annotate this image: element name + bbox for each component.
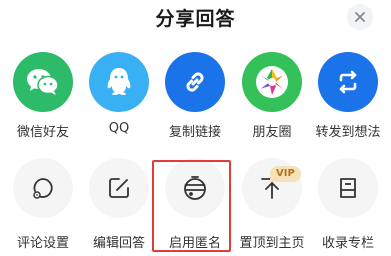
- action-edit-answer[interactable]: 编辑回答: [79, 158, 159, 254]
- add-to-column-button[interactable]: [318, 158, 378, 218]
- share-qq[interactable]: QQ: [79, 52, 159, 148]
- moments-icon: [256, 66, 288, 98]
- copy-link-button[interactable]: [165, 52, 225, 112]
- share-label: QQ: [108, 121, 130, 136]
- share-repost-idea[interactable]: 转发到想法: [308, 52, 388, 148]
- action-label: 收录专栏: [321, 236, 374, 251]
- share-label: 转发到想法: [315, 125, 381, 140]
- link-icon: [186, 72, 204, 92]
- share-targets-row: 微信好友 QQ 复制链接 朋友圈 转发到想法: [0, 52, 391, 148]
- wechat-button[interactable]: [13, 52, 73, 112]
- share-label: 微信好友: [16, 125, 69, 140]
- action-label: 评论设置: [16, 236, 69, 251]
- edit-answer-button[interactable]: [89, 158, 149, 218]
- share-sheet: 分享回答 微信好友 QQ 复制链接 朋友圈 转发到想法 评论设置 编辑回答 启用…: [0, 0, 391, 256]
- action-label: 编辑回答: [92, 236, 145, 251]
- highlight-box: [152, 160, 231, 252]
- sheet-title: 分享回答: [155, 8, 236, 30]
- share-label: 朋友圈: [252, 125, 292, 140]
- share-moments[interactable]: 朋友圈: [232, 52, 312, 148]
- comment-settings-icon: [33, 178, 53, 199]
- comment-settings-button[interactable]: [13, 158, 73, 218]
- column-icon: [340, 178, 356, 198]
- share-wechat-friend[interactable]: 微信好友: [3, 52, 83, 148]
- share-copy-link[interactable]: 复制链接: [155, 52, 235, 148]
- close-button[interactable]: [347, 4, 373, 30]
- vip-badge: VIP: [270, 166, 301, 182]
- repost-icon: [339, 70, 357, 94]
- action-comment-settings[interactable]: 评论设置: [3, 158, 83, 254]
- qq-button[interactable]: [89, 52, 149, 112]
- wechat-icon: [27, 69, 59, 95]
- edit-icon: [109, 178, 129, 198]
- share-label: 复制链接: [168, 125, 221, 140]
- action-add-to-column[interactable]: 收录专栏: [308, 158, 388, 254]
- action-label: 置顶到主页: [239, 236, 305, 251]
- qq-icon: [107, 68, 131, 95]
- moments-button[interactable]: [242, 52, 302, 112]
- close-icon: [355, 12, 365, 22]
- repost-button[interactable]: [318, 52, 378, 112]
